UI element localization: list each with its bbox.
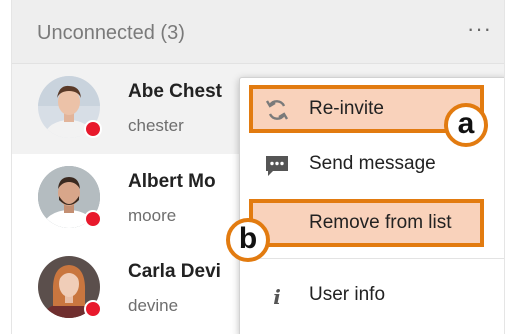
menu-item-label: Remove from list <box>309 212 452 233</box>
offline-status-dot <box>84 120 102 138</box>
menu-item-send-message[interactable]: Send message <box>240 144 504 184</box>
contact-name: Carla Devi <box>128 261 221 282</box>
menu-item-label: Send message <box>309 153 436 174</box>
menu-item-label: User info <box>309 284 386 305</box>
menu-item-label: Re-invite <box>309 98 384 119</box>
callout-a: a <box>444 103 488 147</box>
contact-username: devine <box>128 296 179 315</box>
chat-bubble-icon <box>264 152 290 178</box>
contacts-panel: Unconnected (3) ··· Abe Chest chester Al… <box>11 0 505 334</box>
refresh-icon <box>264 97 290 123</box>
menu-divider <box>240 258 504 259</box>
screenshot-frame: Unconnected (3) ··· Abe Chest chester Al… <box>0 0 509 334</box>
contact-name: Abe Chest <box>128 81 222 102</box>
section-header: Unconnected (3) ··· <box>12 0 504 64</box>
menu-item-remove-from-list[interactable]: Remove from list <box>253 203 480 243</box>
menu-item-user-info[interactable]: i User info <box>240 275 504 315</box>
contact-name: Albert Mo <box>128 171 216 192</box>
contact-username: chester <box>128 116 184 135</box>
info-icon: i <box>264 283 290 309</box>
contact-username: moore <box>128 206 177 225</box>
offline-status-dot <box>84 210 102 228</box>
more-horizontal-icon[interactable]: ··· <box>467 18 492 40</box>
svg-text:i: i <box>273 285 281 309</box>
offline-status-dot <box>84 300 102 318</box>
callout-b: b <box>226 218 270 262</box>
section-title: Unconnected (3) <box>37 22 185 44</box>
